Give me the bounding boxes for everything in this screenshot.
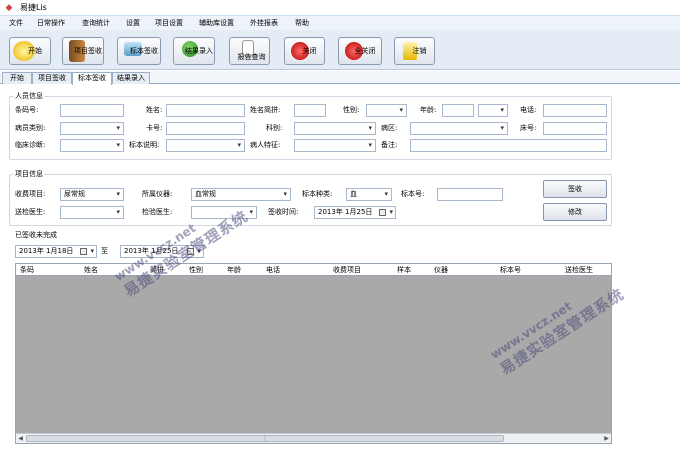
col-sample[interactable]: 样本 bbox=[397, 264, 411, 276]
person-info-title: 人员信息 bbox=[14, 92, 44, 101]
close-all-button[interactable]: 全关闭 bbox=[338, 37, 382, 65]
name-input[interactable] bbox=[166, 104, 245, 117]
menu-settings[interactable]: 设置 bbox=[126, 17, 140, 29]
menu-file[interactable]: 文件 bbox=[9, 17, 23, 29]
table-header: 条码 姓名 简拼 性别 年龄 电话 收费项目 样本 仪器 标本号 送检医生 bbox=[16, 264, 611, 276]
charge-item-label: 收费项目: bbox=[15, 190, 46, 198]
calendar-icon bbox=[379, 209, 386, 216]
checker-doctor-label: 检验医生: bbox=[142, 208, 173, 216]
tab-specimen-receive[interactable]: 标本签收 bbox=[72, 72, 112, 85]
name-initials-input[interactable] bbox=[294, 104, 326, 117]
receive-time-picker[interactable]: 2013年 1月25日 bbox=[314, 206, 396, 219]
scroll-thumb[interactable]: ⋮ bbox=[26, 435, 504, 442]
patient-feature-label: 病人特征: bbox=[250, 141, 281, 149]
patient-type-select[interactable] bbox=[60, 122, 124, 135]
toolbar: 开始 项目签收 标本签收 结果录入 报告查询 关闭 全关闭 注销 bbox=[0, 30, 680, 70]
ward-select[interactable] bbox=[410, 122, 508, 135]
pending-title: 已签收未完成 bbox=[15, 231, 57, 239]
col-charge-item[interactable]: 收费项目 bbox=[333, 264, 361, 276]
phone-label: 电话: bbox=[520, 106, 537, 114]
remark-label: 备注: bbox=[381, 141, 398, 149]
col-specimen-no[interactable]: 标本号 bbox=[500, 264, 521, 276]
item-receive-button[interactable]: 项目签收 bbox=[62, 37, 104, 65]
window-title: 易捷Lis bbox=[20, 3, 47, 12]
scroll-right-icon[interactable]: ▶ bbox=[602, 434, 611, 443]
specimen-note-select[interactable] bbox=[166, 139, 245, 152]
scroll-left-icon[interactable]: ◀ bbox=[16, 434, 25, 443]
col-sender-doctor[interactable]: 送检医生 bbox=[565, 264, 593, 276]
date-from-picker[interactable]: 2013年 1月18日 bbox=[15, 245, 97, 258]
phone-input[interactable] bbox=[543, 104, 607, 117]
menu-aux-settings[interactable]: 辅助库设置 bbox=[199, 17, 234, 29]
tab-start[interactable]: 开始 bbox=[2, 72, 32, 84]
specimen-type-label: 标本种类: bbox=[302, 190, 333, 198]
age-input[interactable] bbox=[442, 104, 474, 117]
specimen-no-input[interactable] bbox=[437, 188, 503, 201]
menu-daily[interactable]: 日常操作 bbox=[37, 17, 65, 29]
col-phone[interactable]: 电话 bbox=[266, 264, 280, 276]
bed-label: 床号: bbox=[520, 124, 537, 132]
report-query-button[interactable]: 报告查询 bbox=[229, 37, 270, 65]
department-select[interactable] bbox=[294, 122, 376, 135]
age-unit-select[interactable] bbox=[478, 104, 508, 117]
menu-item-settings[interactable]: 项目设置 bbox=[155, 17, 183, 29]
name-label: 姓名: bbox=[146, 106, 163, 114]
to-label: 至 bbox=[101, 247, 108, 255]
col-barcode[interactable]: 条码 bbox=[20, 264, 34, 276]
date-from-value: 2013年 1月18日 bbox=[19, 247, 74, 255]
result-entry-button[interactable]: 结果录入 bbox=[173, 37, 215, 65]
col-age[interactable]: 年龄 bbox=[227, 264, 241, 276]
age-label: 年龄: bbox=[420, 106, 437, 114]
close-button[interactable]: 关闭 bbox=[284, 37, 325, 65]
title-bar: ◆ 易捷Lis bbox=[0, 0, 680, 16]
remark-input[interactable] bbox=[410, 139, 607, 152]
instrument-select[interactable]: 血常规 bbox=[191, 188, 291, 201]
patient-type-label: 病员类别: bbox=[15, 124, 46, 132]
diagnosis-select[interactable] bbox=[60, 139, 124, 152]
start-button[interactable]: 开始 bbox=[9, 37, 51, 65]
sender-doctor-label: 送检医生: bbox=[15, 208, 46, 216]
horizontal-scrollbar[interactable]: ◀ ⋮ ▶ bbox=[16, 433, 611, 443]
col-name[interactable]: 姓名 bbox=[84, 264, 98, 276]
specimen-receive-button[interactable]: 标本签收 bbox=[117, 37, 161, 65]
barcode-input[interactable] bbox=[60, 104, 124, 117]
sender-doctor-select[interactable] bbox=[60, 206, 124, 219]
bed-input[interactable] bbox=[543, 122, 607, 135]
card-no-input[interactable] bbox=[166, 122, 245, 135]
calendar-icon bbox=[80, 248, 87, 255]
receive-time-label: 签收时间: bbox=[268, 208, 299, 216]
charge-item-select[interactable]: 尿常规 bbox=[60, 188, 124, 201]
instrument-label: 所属仪器: bbox=[142, 190, 173, 198]
diagnosis-label: 临床诊断: bbox=[15, 141, 46, 149]
item-info-title: 项目信息 bbox=[14, 170, 44, 179]
tab-item-receive[interactable]: 项目签收 bbox=[32, 72, 72, 84]
gender-label: 性别: bbox=[343, 106, 360, 114]
menu-bar: 文件 日常操作 查询统计 设置 项目设置 辅助库设置 外挂报表 帮助 bbox=[0, 16, 680, 30]
patient-feature-select[interactable] bbox=[294, 139, 376, 152]
barcode-label: 条码号: bbox=[15, 106, 39, 114]
receive-time-value: 2013年 1月25日 bbox=[318, 208, 373, 216]
ward-label: 病区: bbox=[381, 124, 398, 132]
specimen-no-label: 标本号: bbox=[401, 190, 425, 198]
specimen-type-select[interactable]: 血 bbox=[346, 188, 392, 201]
tab-strip: 开始 项目签收 标本签收 结果录入 bbox=[0, 71, 680, 85]
menu-reports[interactable]: 外挂报表 bbox=[250, 17, 278, 29]
app-icon: ◆ bbox=[5, 3, 13, 13]
department-label: 科别: bbox=[266, 124, 283, 132]
tab-result-entry[interactable]: 结果录入 bbox=[112, 72, 150, 84]
logout-button[interactable]: 注销 bbox=[394, 37, 435, 65]
col-instrument[interactable]: 仪器 bbox=[434, 264, 448, 276]
col-gender[interactable]: 性别 bbox=[189, 264, 203, 276]
specimen-note-label: 标本说明: bbox=[129, 141, 160, 149]
name-initials-label: 姓名简拼: bbox=[250, 106, 281, 114]
gender-select[interactable] bbox=[366, 104, 407, 117]
menu-query[interactable]: 查询统计 bbox=[82, 17, 110, 29]
sign-button[interactable]: 签收 bbox=[543, 180, 607, 198]
edit-button[interactable]: 修改 bbox=[543, 203, 607, 221]
menu-help[interactable]: 帮助 bbox=[295, 17, 309, 29]
card-no-label: 卡号: bbox=[146, 124, 163, 132]
